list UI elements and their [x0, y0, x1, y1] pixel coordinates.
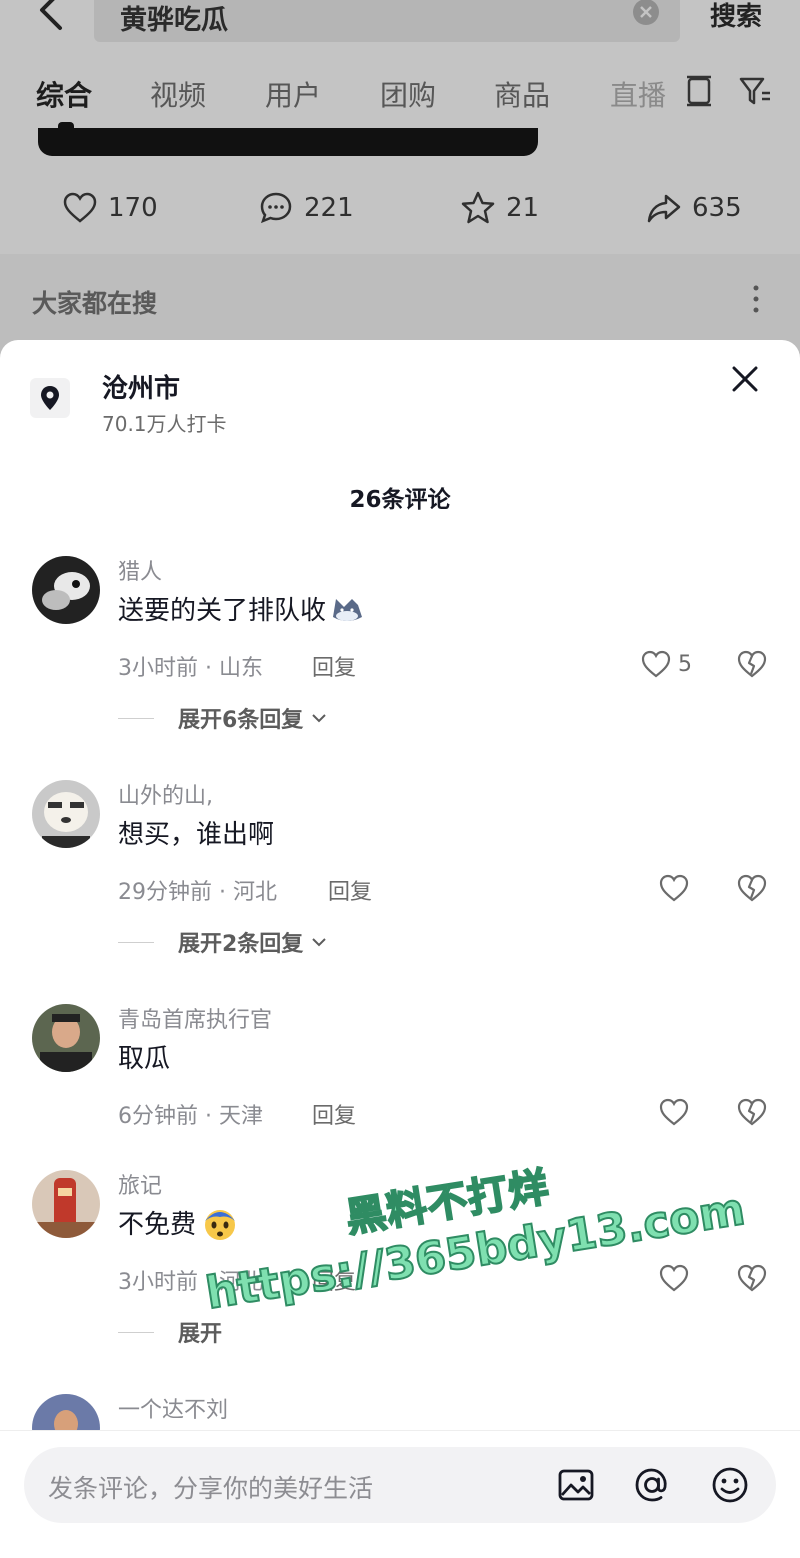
tab-group-buy[interactable]: 团购 — [380, 74, 436, 114]
expand-replies-button[interactable]: 展开2条回复 — [118, 926, 327, 958]
comment-dislike-button[interactable] — [736, 1096, 768, 1132]
favorite-stat[interactable]: 21 — [460, 180, 539, 236]
location-name[interactable]: 沧州市 — [102, 368, 180, 405]
tab-video[interactable]: 视频 — [150, 74, 206, 114]
tab-products[interactable]: 商品 — [494, 74, 550, 114]
avatar[interactable] — [32, 1004, 100, 1072]
comment-sheet: 沧州市 70.1万人打卡 26条评论 猎人 送要的关了排队收 3小时前 · 山东… — [0, 340, 800, 1558]
mention-icon[interactable] — [632, 1465, 672, 1505]
broken-heart-icon — [737, 874, 767, 902]
comment-text: 不免费 — [118, 1204, 240, 1241]
image-icon[interactable] — [556, 1465, 596, 1505]
share-arrow-icon — [647, 194, 681, 223]
favorite-count: 21 — [506, 193, 540, 223]
broken-heart-icon — [737, 1098, 767, 1126]
post-stats: 170 221 21 635 — [0, 180, 800, 236]
search-query: 黄骅吃瓜 — [120, 5, 228, 36]
share-count: 635 — [692, 193, 742, 223]
divider-line — [118, 941, 154, 943]
wolf-emoji-icon — [333, 598, 363, 621]
redacted-bar — [38, 128, 538, 156]
share-stat[interactable]: 635 — [646, 180, 742, 236]
top-bar: 黄骅吃瓜 搜索 — [0, 0, 800, 50]
search-button[interactable]: 搜索 — [710, 0, 762, 33]
comment-text: 送要的关了排队收 — [118, 590, 364, 627]
comment-like-button[interactable]: 5 — [640, 648, 692, 680]
heart-icon — [63, 192, 97, 223]
comment-meta: 6分钟前 · 天津 — [118, 1104, 263, 1129]
heart-icon — [641, 650, 671, 678]
comment-like-button[interactable] — [658, 872, 690, 904]
like-stat[interactable]: 170 — [62, 180, 158, 236]
heart-icon — [659, 1264, 689, 1292]
back-arrow-icon[interactable] — [30, 0, 70, 36]
search-tabs: 综合 视频 用户 团购 商品 直播 — [0, 68, 800, 124]
shocked-face-emoji-icon — [205, 1209, 236, 1240]
comment-count-title: 26条评论 — [349, 487, 451, 513]
comment-meta: 29分钟前 · 河北 — [118, 880, 277, 905]
reply-button[interactable]: 回复 — [328, 874, 372, 906]
comment-like-count: 5 — [678, 651, 692, 677]
location-checkins: 70.1万人打卡 — [102, 412, 227, 436]
comment-username[interactable]: 山外的山, — [118, 778, 213, 810]
divider-line — [118, 1331, 154, 1333]
background-page: 黄骅吃瓜 搜索 综合 视频 用户 团购 商品 直播 170 221 21 635… — [0, 0, 800, 360]
reply-button[interactable]: 回复 — [312, 650, 356, 682]
chevron-down-icon — [312, 714, 327, 723]
close-icon[interactable] — [730, 364, 760, 394]
more-vertical-icon[interactable] — [752, 284, 760, 314]
comment-username[interactable]: 青岛首席执行官 — [118, 1002, 272, 1034]
expand-replies-button[interactable]: 展开 — [118, 1316, 222, 1348]
comment-username[interactable]: 猎人 — [118, 554, 162, 586]
emoji-icon[interactable] — [710, 1465, 750, 1505]
comment-text: 想买，谁出啊 — [118, 820, 275, 850]
clear-icon[interactable] — [632, 0, 660, 26]
broken-heart-icon — [737, 650, 767, 678]
layout-toggle-icon[interactable] — [682, 74, 716, 108]
comment-dislike-button[interactable] — [736, 872, 768, 908]
comment-input-placeholder: 发条评论，分享你的美好生活 — [48, 1474, 374, 1503]
avatar[interactable] — [32, 780, 100, 848]
tab-live[interactable]: 直播 — [610, 74, 670, 114]
comment-like-button[interactable] — [658, 1096, 690, 1128]
chevron-down-icon — [312, 938, 327, 947]
comment-like-button[interactable] — [658, 1262, 690, 1294]
tab-comprehensive[interactable]: 综合 — [36, 74, 92, 114]
filter-icon[interactable] — [738, 74, 772, 108]
comment-bubble-icon — [260, 192, 292, 224]
divider-line — [118, 717, 154, 719]
comment-input[interactable]: 发条评论，分享你的美好生活 — [24, 1447, 776, 1523]
comment-stat[interactable]: 221 — [258, 180, 354, 236]
avatar[interactable] — [32, 1170, 100, 1238]
star-icon — [461, 191, 495, 224]
comment-username[interactable]: 一个达不刘 — [118, 1392, 228, 1424]
people-search-title: 大家都在搜 — [32, 289, 158, 318]
comment-dislike-button[interactable] — [736, 648, 768, 684]
search-input[interactable]: 黄骅吃瓜 — [94, 0, 680, 42]
location-pin-icon — [30, 378, 70, 418]
comment-username[interactable]: 旅记 — [118, 1168, 162, 1200]
tab-users[interactable]: 用户 — [265, 74, 321, 114]
comment-dislike-button[interactable] — [736, 1262, 768, 1298]
reply-button[interactable]: 回复 — [312, 1264, 356, 1296]
like-count: 170 — [108, 193, 158, 223]
heart-icon — [659, 1098, 689, 1126]
comment-text: 取瓜 — [118, 1044, 171, 1074]
reply-button[interactable]: 回复 — [312, 1098, 356, 1130]
heart-icon — [659, 874, 689, 902]
avatar[interactable] — [32, 556, 100, 624]
comment-meta: 3小时前 · 河北 — [118, 1270, 263, 1295]
comment-count: 221 — [304, 193, 354, 223]
comment-input-bar: 发条评论，分享你的美好生活 — [0, 1430, 800, 1558]
expand-replies-button[interactable]: 展开6条回复 — [118, 702, 327, 734]
people-also-search: 大家都在搜 — [0, 254, 800, 354]
broken-heart-icon — [737, 1264, 767, 1292]
comment-meta: 3小时前 · 山东 — [118, 656, 263, 681]
